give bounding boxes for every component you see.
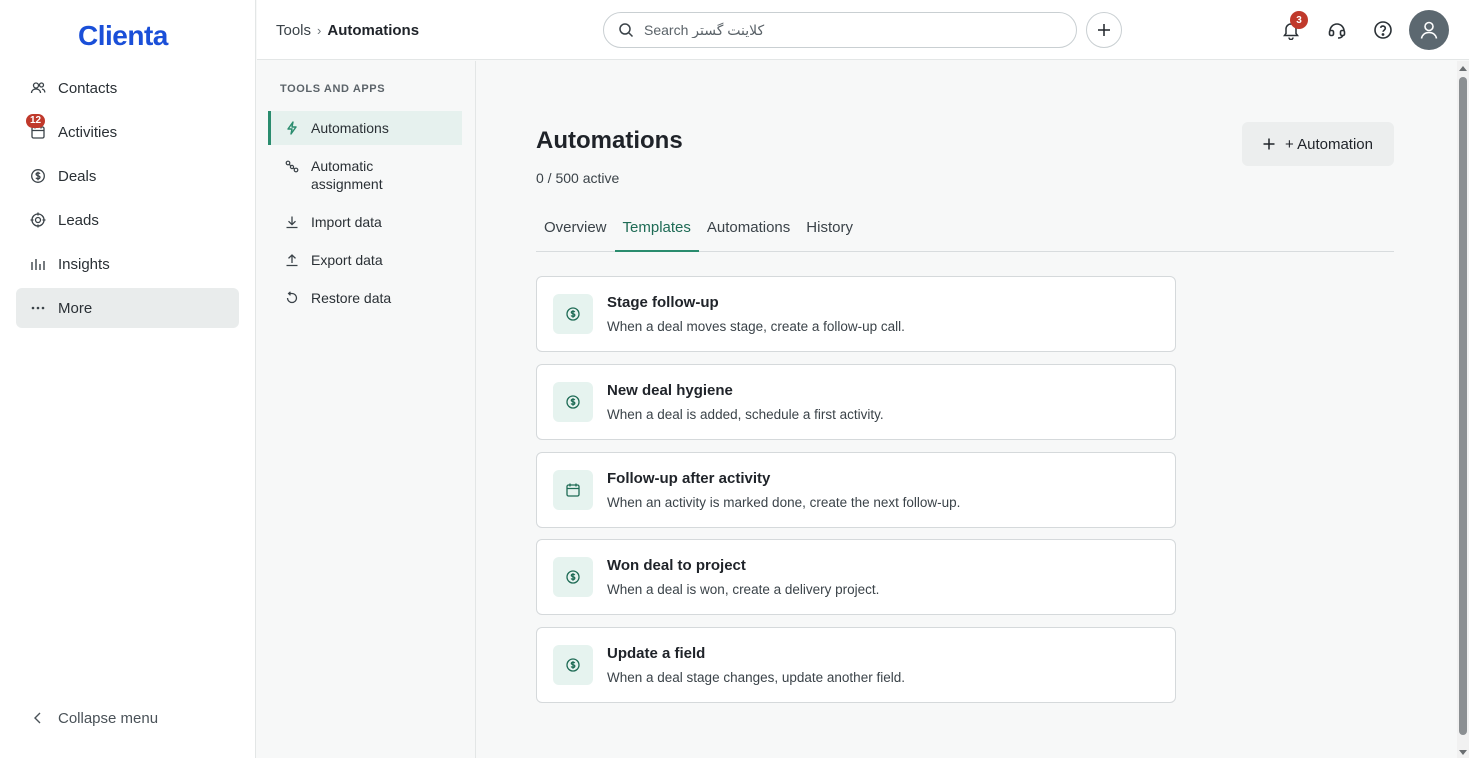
breadcrumb-parent[interactable]: Tools	[276, 22, 311, 39]
nav-item-leads[interactable]: Leads	[16, 200, 239, 240]
bar-chart-icon	[30, 256, 46, 272]
dollar-icon	[553, 557, 593, 597]
activities-count-badge: 12	[26, 114, 46, 128]
dollar-icon	[553, 294, 593, 334]
collapse-menu-label: Collapse menu	[58, 709, 159, 727]
template-title: Won deal to project	[607, 557, 746, 574]
subnav-item-automatic-assignment[interactable]: Automatic assignment	[268, 157, 462, 193]
nav-item-more[interactable]: More	[16, 288, 239, 328]
template-description: When a deal moves stage, create a follow…	[607, 319, 905, 334]
scroll-down-arrow-icon[interactable]	[1459, 750, 1467, 755]
template-card-won-deal-to-project[interactable]: Won deal to project When a deal is won, …	[536, 539, 1176, 615]
dollar-icon	[553, 382, 593, 422]
template-description: When a deal stage changes, update anothe…	[607, 670, 905, 685]
subnav-item-label: Automations	[311, 120, 389, 136]
contacts-icon	[30, 80, 46, 96]
template-description: When a deal is added, schedule a first a…	[607, 407, 884, 422]
breadcrumb-separator: ›	[317, 23, 322, 38]
nav-item-deals[interactable]: Deals	[16, 156, 239, 196]
nav-item-label: More	[58, 299, 93, 317]
active-count: 0 / 500 active	[536, 170, 620, 186]
automation-tabs: Overview Templates Automations History	[536, 207, 1394, 252]
subnav-item-automations[interactable]: Automations	[268, 111, 462, 145]
nav-item-label: Activities	[58, 123, 118, 141]
template-title: Stage follow-up	[607, 294, 719, 311]
subnav-item-import-data[interactable]: Import data	[268, 213, 462, 231]
subnav-item-label: Automatic assignment	[311, 158, 383, 192]
subnav-item-restore-data[interactable]: Restore data	[268, 289, 462, 307]
main-content: Automations 0 / 500 active + Automation …	[477, 61, 1457, 758]
template-description: When an activity is marked done, create …	[607, 495, 961, 510]
download-icon	[285, 215, 299, 229]
help-button[interactable]	[1372, 19, 1394, 41]
nav-item-contacts[interactable]: Contacts	[16, 68, 239, 108]
subnav-item-export-data[interactable]: Export data	[268, 251, 462, 269]
scrollbar-thumb[interactable]	[1459, 77, 1467, 735]
subnav-item-label: Restore data	[311, 290, 392, 306]
user-icon	[1418, 19, 1440, 41]
search-icon	[618, 22, 634, 38]
breadcrumb: Tools › Automations	[276, 22, 419, 39]
target-icon	[30, 212, 46, 228]
subnav-item-label: Export data	[311, 252, 383, 268]
headset-icon	[1327, 20, 1347, 40]
template-card-follow-up-after-activity[interactable]: Follow-up after activity When an activit…	[536, 452, 1176, 528]
dollar-icon	[553, 645, 593, 685]
nav-item-label: Contacts	[58, 79, 118, 97]
calendar-icon: 12	[26, 114, 46, 140]
dollar-icon	[30, 168, 46, 184]
search-input[interactable]	[644, 22, 1044, 38]
upload-icon	[285, 253, 299, 267]
share-icon	[285, 159, 299, 173]
notifications-button[interactable]: 3	[1280, 11, 1308, 41]
user-avatar[interactable]	[1409, 10, 1449, 50]
subnav-item-label: Import data	[311, 214, 382, 230]
tab-automations[interactable]: Automations	[699, 207, 798, 252]
main-scrollbar[interactable]	[1457, 61, 1469, 758]
more-icon	[30, 300, 46, 316]
tab-templates[interactable]: Templates	[614, 207, 699, 252]
restore-icon	[285, 291, 299, 305]
calendar-icon	[553, 470, 593, 510]
support-button[interactable]	[1326, 19, 1348, 41]
template-description: When a deal is won, create a delivery pr…	[607, 582, 880, 597]
template-card-stage-follow-up[interactable]: Stage follow-up When a deal moves stage,…	[536, 276, 1176, 352]
quick-add-button[interactable]	[1086, 12, 1122, 48]
add-automation-label: + Automation	[1285, 135, 1373, 153]
search-bar[interactable]	[603, 12, 1077, 48]
breadcrumb-current: Automations	[327, 22, 420, 39]
main-navigation: Clienta Contacts 12 Activities Deals Lea…	[0, 0, 256, 758]
scroll-up-arrow-icon[interactable]	[1459, 66, 1467, 71]
tab-history[interactable]: History	[798, 207, 861, 252]
tab-overview[interactable]: Overview	[536, 207, 615, 252]
collapse-menu-button[interactable]: Collapse menu	[16, 698, 239, 738]
nav-item-label: Leads	[58, 211, 99, 229]
tools-subnav: TOOLS AND APPS Automations Automatic ass…	[257, 61, 476, 758]
template-title: New deal hygiene	[607, 382, 733, 399]
plus-icon	[1097, 23, 1111, 37]
template-card-update-a-field[interactable]: Update a field When a deal stage changes…	[536, 627, 1176, 703]
top-bar: Tools › Automations 3	[257, 0, 1469, 60]
template-title: Follow-up after activity	[607, 470, 771, 487]
nav-item-insights[interactable]: Insights	[16, 244, 239, 284]
help-icon	[1373, 20, 1393, 40]
nav-item-label: Deals	[58, 167, 97, 185]
add-automation-button[interactable]: + Automation	[1242, 122, 1394, 166]
nav-item-activities[interactable]: 12 Activities	[16, 112, 239, 152]
app-logo[interactable]: Clienta	[78, 20, 168, 52]
template-title: Update a field	[607, 645, 706, 662]
notifications-badge: 3	[1290, 11, 1308, 29]
template-card-new-deal-hygiene[interactable]: New deal hygiene When a deal is added, s…	[536, 364, 1176, 440]
bolt-icon	[285, 121, 299, 135]
nav-item-label: Insights	[58, 255, 110, 273]
chevron-left-icon	[30, 710, 46, 726]
subnav-heading: TOOLS AND APPS	[280, 83, 386, 95]
page-title: Automations	[536, 127, 683, 154]
plus-icon	[1263, 138, 1275, 150]
